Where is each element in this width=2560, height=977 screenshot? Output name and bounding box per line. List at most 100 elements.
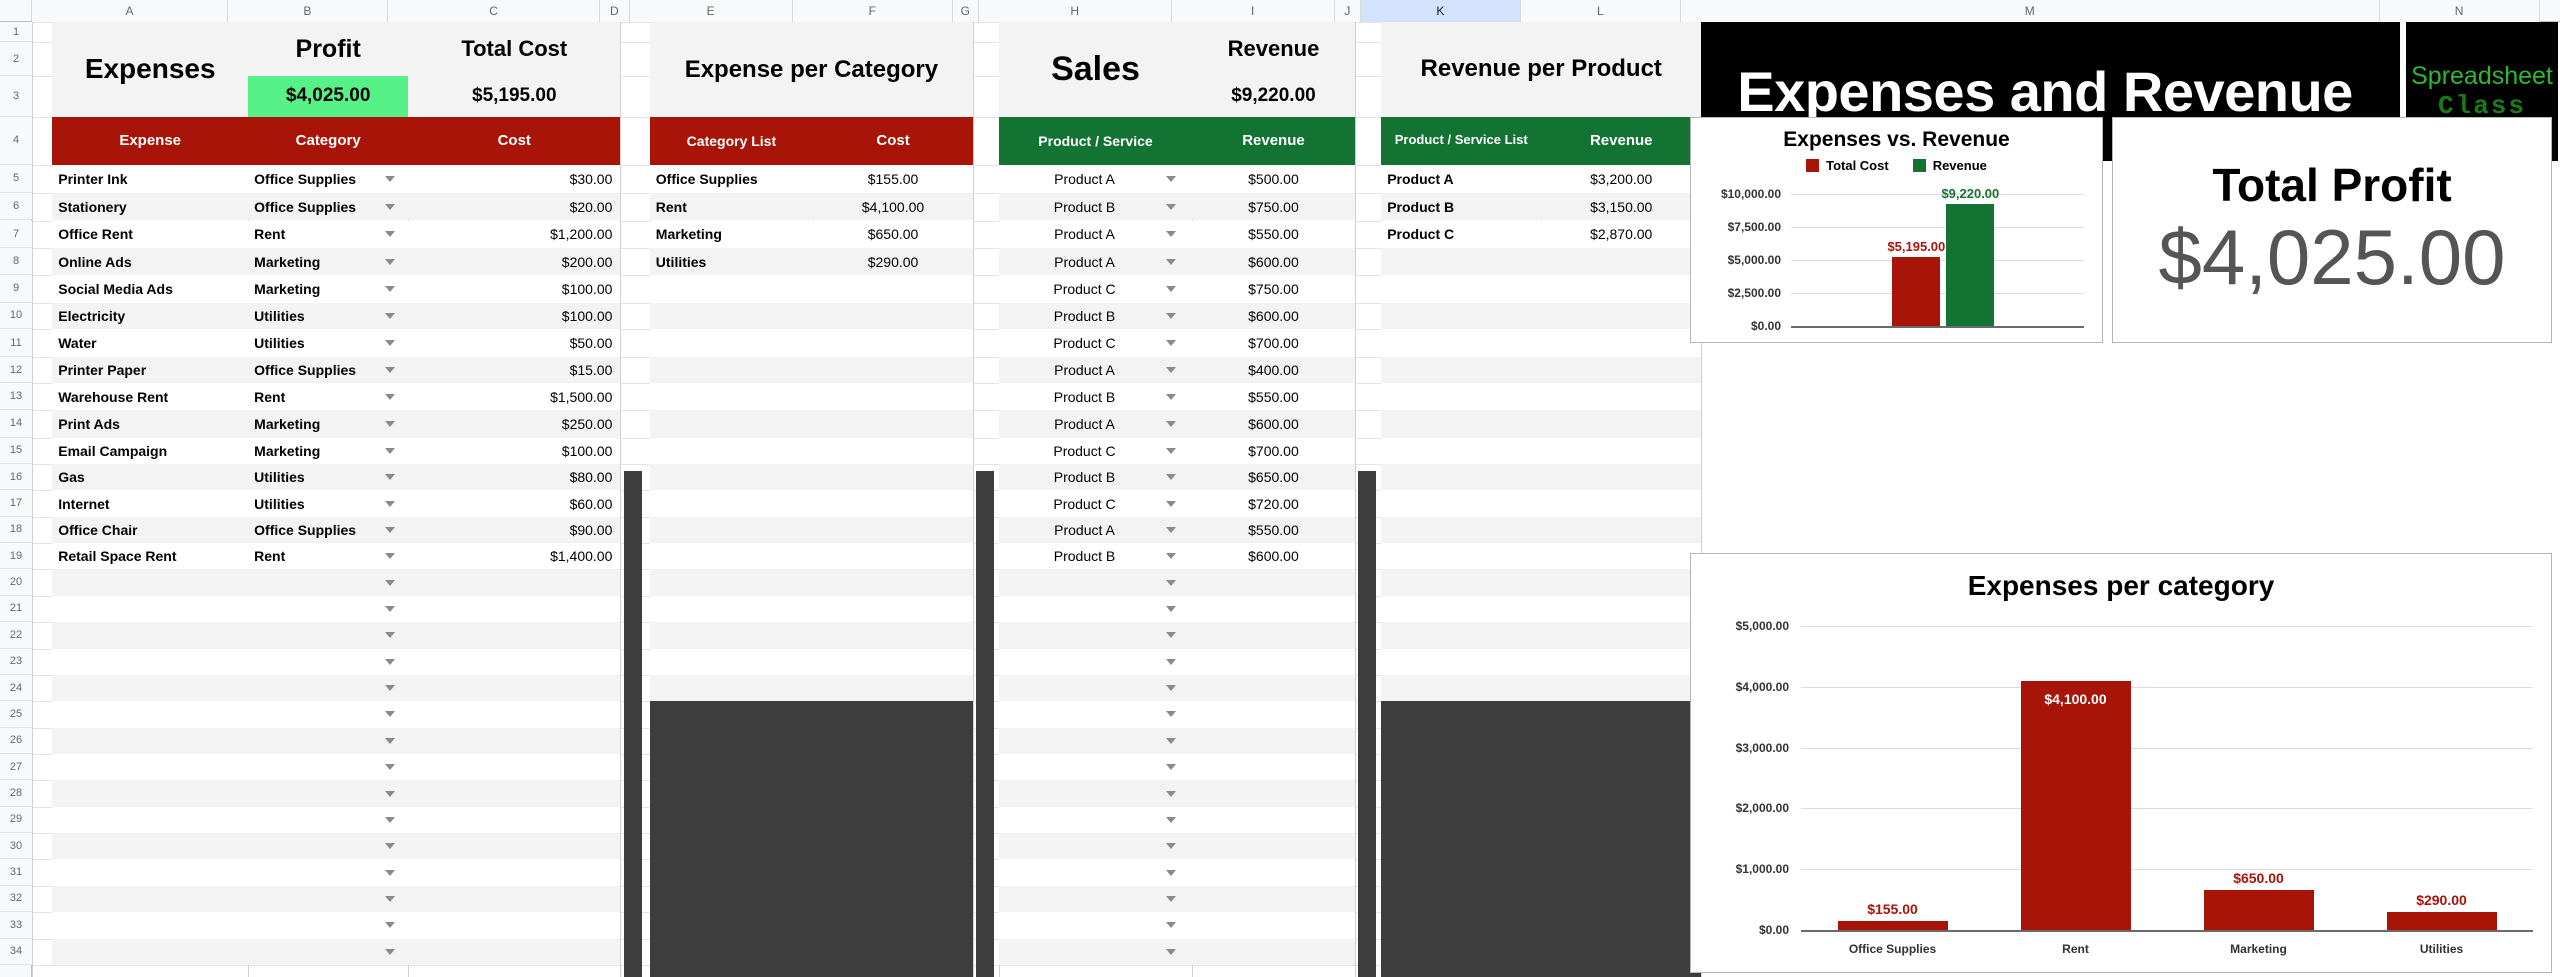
dropdown-arrow-icon[interactable] <box>1165 340 1176 346</box>
empty-cell[interactable] <box>1541 302 1702 330</box>
dropdown-arrow-icon[interactable] <box>385 231 396 238</box>
dropdown-arrow-icon[interactable] <box>385 175 396 182</box>
empty-cell[interactable] <box>248 569 409 596</box>
expense-cost-cell[interactable]: $1,200.00 <box>408 220 621 249</box>
expense-category-cell[interactable]: Rent <box>248 543 409 570</box>
empty-cell[interactable] <box>1381 648 1542 675</box>
dropdown-arrow-icon[interactable] <box>385 869 396 876</box>
column-header-n[interactable]: N <box>2379 0 2540 22</box>
empty-cell[interactable] <box>1381 569 1542 596</box>
dropdown-arrow-icon[interactable] <box>1165 175 1176 182</box>
expense-name-cell[interactable]: Office Rent <box>52 220 249 249</box>
expense-name-cell[interactable]: Internet <box>52 490 249 517</box>
empty-cell[interactable] <box>1381 543 1542 570</box>
sales-product-cell[interactable]: Product B <box>999 192 1192 221</box>
rpp-revenue-cell[interactable]: $2,870.00 <box>1541 220 1702 249</box>
empty-cell[interactable] <box>248 701 409 728</box>
empty-cell[interactable] <box>1381 248 1542 275</box>
empty-cell[interactable] <box>52 753 249 781</box>
empty-cell[interactable] <box>1381 622 1542 649</box>
expense-category-cell[interactable]: Rent <box>248 383 409 410</box>
empty-cell[interactable] <box>248 780 409 807</box>
dropdown-arrow-icon[interactable] <box>1165 737 1176 744</box>
sales-product-cell[interactable]: Product B <box>999 463 1192 491</box>
empty-cell[interactable] <box>1191 622 1356 649</box>
expense-category-cell[interactable]: Utilities <box>248 302 409 330</box>
empty-cell[interactable] <box>1191 701 1356 728</box>
sales-product-cell[interactable]: Product A <box>999 356 1192 384</box>
row-header-1[interactable]: 1 <box>0 22 32 43</box>
column-header-b[interactable]: B <box>227 0 388 22</box>
empty-cell[interactable] <box>813 490 974 517</box>
empty-cell[interactable] <box>408 859 621 886</box>
empty-cell[interactable] <box>1191 885 1356 913</box>
empty-cell[interactable] <box>999 885 1192 913</box>
dropdown-arrow-icon[interactable] <box>1165 658 1176 665</box>
empty-cell[interactable] <box>248 595 409 623</box>
row-header-24[interactable]: 24 <box>0 674 32 702</box>
dropdown-arrow-icon[interactable] <box>385 500 396 507</box>
expense-category-cell[interactable]: Marketing <box>248 437 409 464</box>
expense-category-cell[interactable]: Office Supplies <box>248 164 409 193</box>
dropdown-arrow-icon[interactable] <box>385 312 396 319</box>
expense-name-cell[interactable]: Office Chair <box>52 516 249 544</box>
empty-cell[interactable] <box>649 356 814 384</box>
empty-cell[interactable] <box>408 701 621 728</box>
empty-cell[interactable] <box>999 753 1192 781</box>
row-header-25[interactable]: 25 <box>0 701 32 728</box>
sales-revenue-cell[interactable]: $650.00 <box>1191 463 1356 491</box>
expense-category-cell[interactable]: Utilities <box>248 490 409 517</box>
sales-product-cell[interactable]: Product A <box>999 409 1192 438</box>
expense-name-cell[interactable]: Water <box>52 329 249 357</box>
empty-cell[interactable] <box>52 595 249 623</box>
empty-cell[interactable] <box>813 302 974 330</box>
empty-cell[interactable] <box>649 674 814 702</box>
sales-revenue-cell[interactable]: $500.00 <box>1191 164 1356 193</box>
empty-cell[interactable] <box>408 806 621 834</box>
column-header-h[interactable]: H <box>978 0 1172 22</box>
sales-product-cell[interactable]: Product A <box>999 164 1192 193</box>
empty-cell[interactable] <box>999 701 1192 728</box>
empty-cell[interactable] <box>52 780 249 807</box>
expense-name-cell[interactable]: Printer Paper <box>52 356 249 384</box>
sales-revenue-cell[interactable]: $750.00 <box>1191 192 1356 221</box>
row-header-11[interactable]: 11 <box>0 329 32 357</box>
empty-cell[interactable] <box>1541 569 1702 596</box>
empty-cell[interactable] <box>1191 780 1356 807</box>
empty-cell[interactable] <box>1381 329 1542 357</box>
dropdown-arrow-icon[interactable] <box>1165 632 1176 639</box>
sales-revenue-cell[interactable]: $600.00 <box>1191 409 1356 438</box>
rpp-product-cell[interactable]: Product A <box>1381 164 1542 193</box>
empty-cell[interactable] <box>52 674 249 702</box>
empty-cell[interactable] <box>1541 595 1702 623</box>
expenses-vs-revenue-chart[interactable]: Expenses vs. Revenue Total Cost Revenue $0.… <box>1690 117 2103 343</box>
empty-cell[interactable] <box>248 727 409 754</box>
epc-category-cell[interactable]: Marketing <box>649 220 814 249</box>
sales-revenue-cell[interactable]: $550.00 <box>1191 220 1356 249</box>
dropdown-arrow-icon[interactable] <box>1165 367 1176 374</box>
empty-cell[interactable] <box>649 622 814 649</box>
empty-cell[interactable] <box>1541 274 1702 303</box>
epc-cost-cell[interactable]: $4,100.00 <box>813 192 974 221</box>
empty-cell[interactable] <box>1541 490 1702 517</box>
sales-product-cell[interactable]: Product A <box>999 248 1192 275</box>
dropdown-arrow-icon[interactable] <box>1165 711 1176 718</box>
sales-product-cell[interactable]: Product B <box>999 383 1192 410</box>
expense-category-cell[interactable]: Utilities <box>248 463 409 491</box>
rpp-revenue-cell[interactable]: $3,150.00 <box>1541 192 1702 221</box>
empty-cell[interactable] <box>999 780 1192 807</box>
dropdown-arrow-icon[interactable] <box>1165 500 1176 507</box>
dropdown-arrow-icon[interactable] <box>1165 895 1176 902</box>
expense-name-cell[interactable]: Warehouse Rent <box>52 383 249 410</box>
expense-cost-cell[interactable]: $80.00 <box>408 463 621 491</box>
empty-cell[interactable] <box>1541 648 1702 675</box>
empty-cell[interactable] <box>649 437 814 464</box>
empty-cell[interactable] <box>649 543 814 570</box>
empty-cell[interactable] <box>52 701 249 728</box>
epc-category-cell[interactable]: Utilities <box>649 248 814 275</box>
row-header-12[interactable]: 12 <box>0 356 32 384</box>
empty-cell[interactable] <box>408 569 621 596</box>
empty-cell[interactable] <box>52 885 249 913</box>
dropdown-arrow-icon[interactable] <box>385 711 396 718</box>
dropdown-arrow-icon[interactable] <box>385 258 396 265</box>
